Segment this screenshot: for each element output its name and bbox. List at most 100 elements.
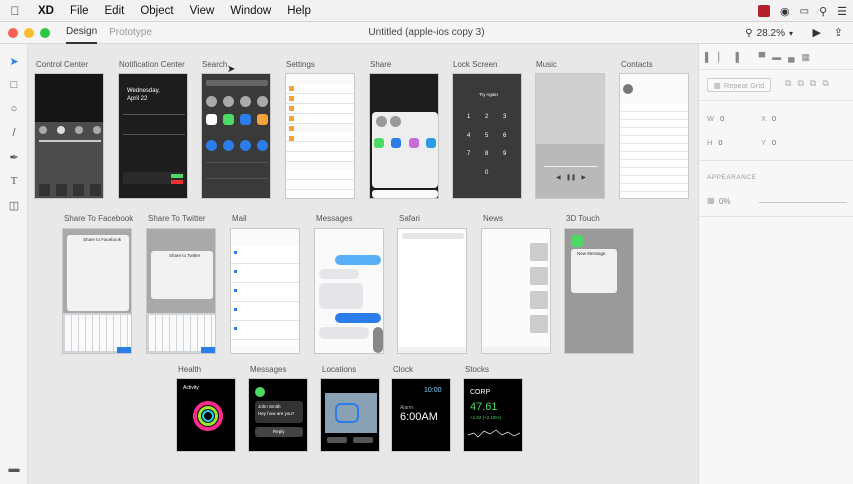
share-icon[interactable]: ⇪ (834, 26, 843, 39)
width-field[interactable]: W0 (707, 114, 724, 123)
play-preview-icon[interactable]: ▶ (813, 26, 821, 39)
watch-sender: John Smith (258, 404, 281, 409)
menu-edit[interactable]: Edit (97, 5, 133, 17)
search-icon: ⚲ (745, 27, 753, 39)
artboard-label: Notification Center (119, 60, 185, 69)
stock-price: 47.61 (470, 401, 498, 413)
artboard-frame: CORP 47.61 +1.02 (+2.19%) (463, 378, 523, 452)
artboard-frame: New Message (564, 228, 634, 354)
artboard-frame (230, 228, 300, 354)
boolean-ops: ⧉ ⧉ ⧉ ⧉ (785, 78, 829, 89)
close-window-button[interactable] (8, 27, 18, 38)
stock-change: +1.02 (+2.19%) (470, 415, 502, 420)
artboard-label: Search (202, 60, 228, 69)
health-title: Activity (183, 385, 199, 391)
artboard-frame (34, 73, 104, 199)
sheet-title: Share to Twitter (169, 253, 201, 258)
tab-design[interactable]: Design (66, 22, 98, 44)
zoom-value: 28.2% (756, 27, 785, 39)
apple-icon[interactable]:  (0, 4, 30, 18)
select-tool-icon[interactable]: ➤ (7, 54, 21, 68)
align-left-icon[interactable]: ▌ (705, 52, 711, 63)
height-field[interactable]: H0 (707, 138, 723, 147)
watch-reply-button: Reply (273, 429, 285, 434)
spotlight-search-icon[interactable]: ⚲ (819, 5, 827, 18)
union-icon[interactable]: ⧉ (785, 78, 791, 89)
menu-window[interactable]: Window (222, 5, 279, 17)
artboard-frame (314, 228, 384, 354)
artboard-frame: 10:00 Alarm 6:00AM (391, 378, 451, 452)
align-bottom-icon[interactable]: ▄ (788, 52, 794, 63)
menu-help[interactable]: Help (279, 5, 319, 17)
sync-icon[interactable]: ◉ (780, 5, 790, 18)
layers-icon[interactable]: ▬ (7, 462, 21, 476)
tab-prototype[interactable]: Prototype (109, 22, 152, 44)
ellipse-tool-icon[interactable]: ○ (7, 102, 21, 116)
sheet-title: Share to Facebook (83, 237, 122, 242)
artboard-frame (201, 73, 271, 199)
artboard-tool-icon[interactable]: ◫ (7, 198, 21, 212)
artboard-label: Share To Facebook (64, 214, 134, 223)
exclude-icon[interactable]: ⧉ (822, 78, 828, 89)
menu-view[interactable]: View (182, 5, 223, 17)
artboard-label: Share (370, 60, 392, 69)
text-tool-icon[interactable]: T (7, 174, 21, 188)
artboard-frame: Wednesday, April 22 (118, 73, 188, 199)
repeat-grid-label: Repeat Grid (723, 80, 765, 90)
artboard-frame: ◀ ❚❚ ▶ (535, 73, 605, 199)
subtract-icon[interactable]: ⧉ (797, 78, 803, 89)
artboard-label: Share To Twitter (148, 214, 206, 223)
artboard-label: 3D Touch (566, 214, 600, 223)
align-top-icon[interactable]: ▀ (759, 52, 765, 63)
artboard-frame (397, 228, 467, 354)
opacity-value[interactable]: 0% (719, 197, 731, 206)
menu-list-icon[interactable]: ☰ (837, 5, 847, 18)
artboard-frame: John Smith Hey how are you? Reply (248, 378, 308, 452)
artboard-label: Mail (232, 214, 247, 223)
distribute-icon[interactable]: ▦ (801, 52, 810, 63)
stock-sparkline (468, 429, 520, 438)
artboard-label: Contacts (621, 60, 653, 69)
intersect-icon[interactable]: ⧉ (810, 78, 816, 89)
x-field[interactable]: X0 (761, 114, 776, 123)
menu-object[interactable]: Object (132, 5, 181, 17)
artboard-frame: Share to Twitter (146, 228, 216, 354)
menubar-status-area: ◉ ▭ ⚲ ☰ (758, 0, 847, 22)
appearance-heading: APPEARANCE (707, 174, 757, 181)
opacity-slider[interactable] (759, 202, 847, 203)
line-tool-icon[interactable]: / (7, 126, 21, 140)
artboard-label: Settings (286, 60, 315, 69)
clock-alarm-time: 6:00AM (400, 411, 438, 423)
creative-cloud-icon[interactable] (758, 5, 770, 17)
rectangle-tool-icon[interactable]: □ (7, 78, 21, 92)
minimize-window-button[interactable] (24, 27, 34, 38)
zoom-control[interactable]: ⚲ 28.2% ▾ (745, 22, 793, 44)
menu-app-name[interactable]: XD (30, 5, 62, 17)
artboard-frame (619, 73, 689, 199)
menu-title: New Message (577, 251, 606, 256)
align-center-icon[interactable]: ▏ (718, 52, 725, 63)
artboard-label: Messages (250, 365, 287, 374)
artboard-frame: Activity (176, 378, 236, 452)
artboard-label: Health (178, 365, 202, 374)
design-canvas[interactable]: Control Center Notification Center Wedne… (28, 44, 698, 484)
zoom-window-button[interactable] (40, 27, 50, 38)
align-middle-icon[interactable]: ▬ (772, 52, 781, 63)
property-inspector: ▌ ▏ ▐ ▀ ▬ ▄ ▦ ▦ Repeat Grid ⧉ ⧉ ⧉ ⧉ W0 X… (698, 44, 853, 484)
align-right-icon[interactable]: ▐ (732, 52, 738, 63)
artboard-frame (320, 378, 380, 452)
opacity-icon: ▦ (707, 196, 715, 205)
y-field[interactable]: Y0 (761, 138, 776, 147)
airplay-icon[interactable]: ▭ (800, 6, 809, 17)
repeat-grid-button[interactable]: ▦ Repeat Grid (707, 78, 771, 92)
pen-tool-icon[interactable]: ✒ (7, 150, 21, 164)
watch-message: Hey how are you? (258, 411, 295, 416)
artboard-label: News (483, 214, 504, 223)
artboard-label: Stocks (465, 365, 490, 374)
menu-file[interactable]: File (62, 5, 97, 17)
clock-small-time: 10:00 (424, 387, 442, 394)
align-toolbar: ▌ ▏ ▐ ▀ ▬ ▄ ▦ (699, 44, 853, 70)
stock-symbol: CORP (470, 389, 491, 396)
date-line: Wednesday, (127, 88, 160, 94)
artboard-label: Clock (393, 365, 414, 374)
